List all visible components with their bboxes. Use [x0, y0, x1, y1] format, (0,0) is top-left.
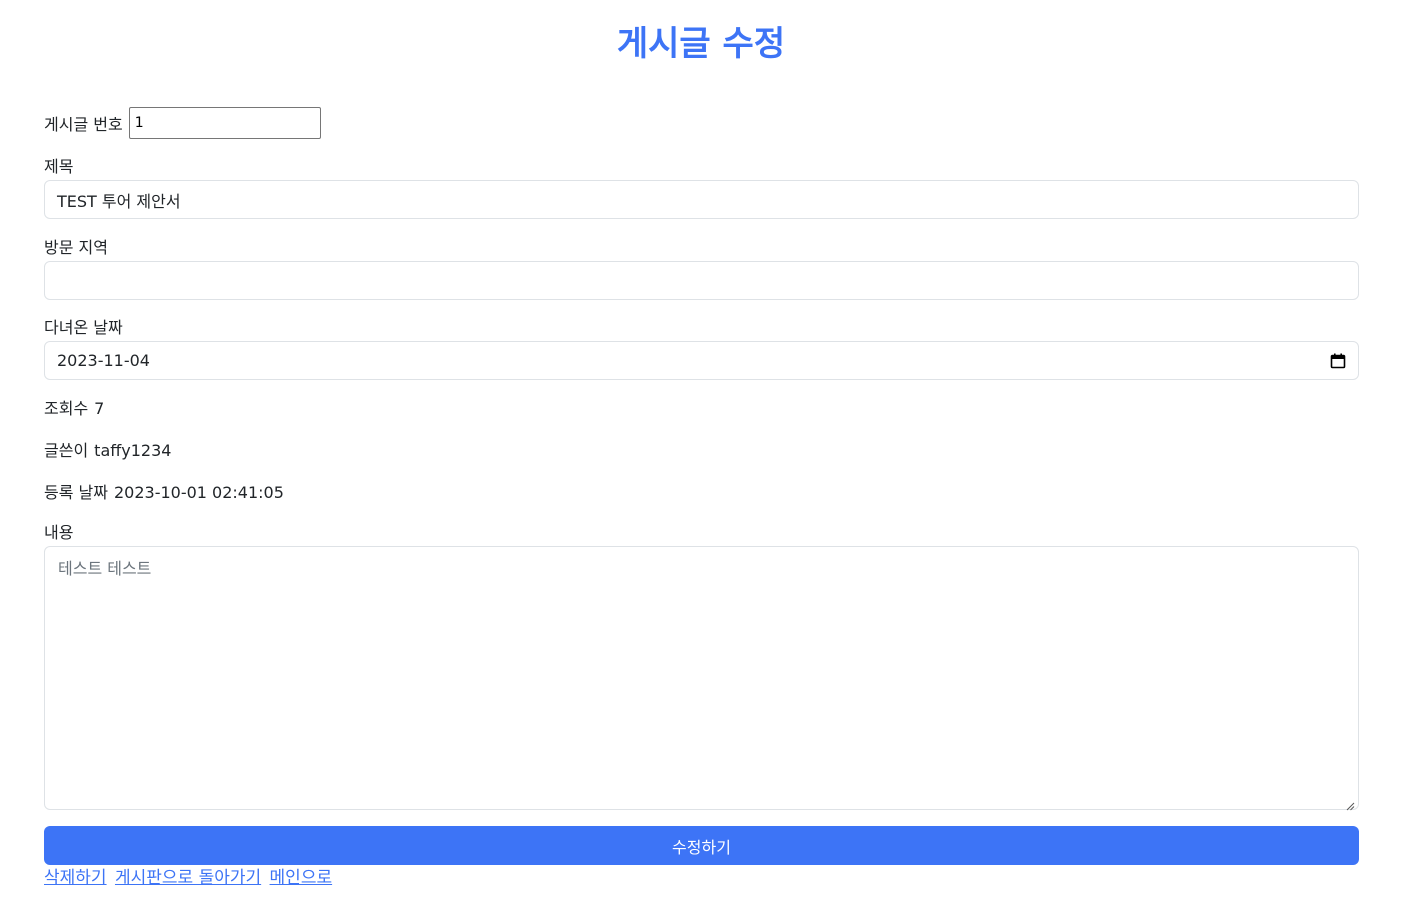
back-to-board-link[interactable]: 게시판으로 돌아가기	[115, 868, 261, 888]
author-line: 글쓴이 taffy1234	[44, 441, 171, 461]
post-number-input[interactable]	[128, 107, 321, 139]
visit-date-value: 2023-11-04	[57, 351, 150, 370]
reg-date-value: 2023-10-01 02:41:05	[113, 483, 284, 502]
region-input[interactable]	[44, 261, 1359, 300]
views-label: 조회수	[44, 399, 89, 418]
delete-link[interactable]: 삭제하기	[44, 868, 107, 888]
views-line: 조회수 7	[44, 399, 104, 419]
title-label: 제목	[44, 157, 74, 176]
resize-handle-icon[interactable]	[1345, 796, 1355, 811]
content-label: 내용	[44, 523, 74, 542]
to-main-link[interactable]: 메인으로	[270, 868, 333, 888]
content-textarea[interactable]: 테스트 테스트	[44, 546, 1359, 811]
post-number-row: 게시글 번호	[44, 107, 321, 139]
reg-date-line: 등록 날짜 2023-10-01 02:41:05	[44, 483, 284, 503]
title-input[interactable]: TEST 투어 제안서	[44, 180, 1359, 219]
footer-links: 삭제하기 게시판으로 돌아가기 메인으로	[44, 866, 335, 890]
content-placeholder: 테스트 테스트	[58, 559, 152, 578]
region-label: 방문 지역	[44, 238, 108, 257]
visit-date-input[interactable]: 2023-11-04	[44, 341, 1359, 380]
page-title: 게시글 수정	[616, 24, 786, 64]
author-label: 글쓴이	[44, 441, 89, 460]
calendar-icon[interactable]	[1330, 353, 1346, 369]
reg-date-label: 등록 날짜	[44, 483, 108, 502]
views-value: 7	[94, 399, 105, 418]
author-value: taffy1234	[94, 441, 172, 460]
visit-date-label: 다녀온 날짜	[44, 318, 123, 337]
submit-button[interactable]: 수정하기	[44, 826, 1359, 865]
post-number-label: 게시글 번호	[44, 115, 123, 134]
title-input-value: TEST 투어 제안서	[57, 191, 181, 211]
